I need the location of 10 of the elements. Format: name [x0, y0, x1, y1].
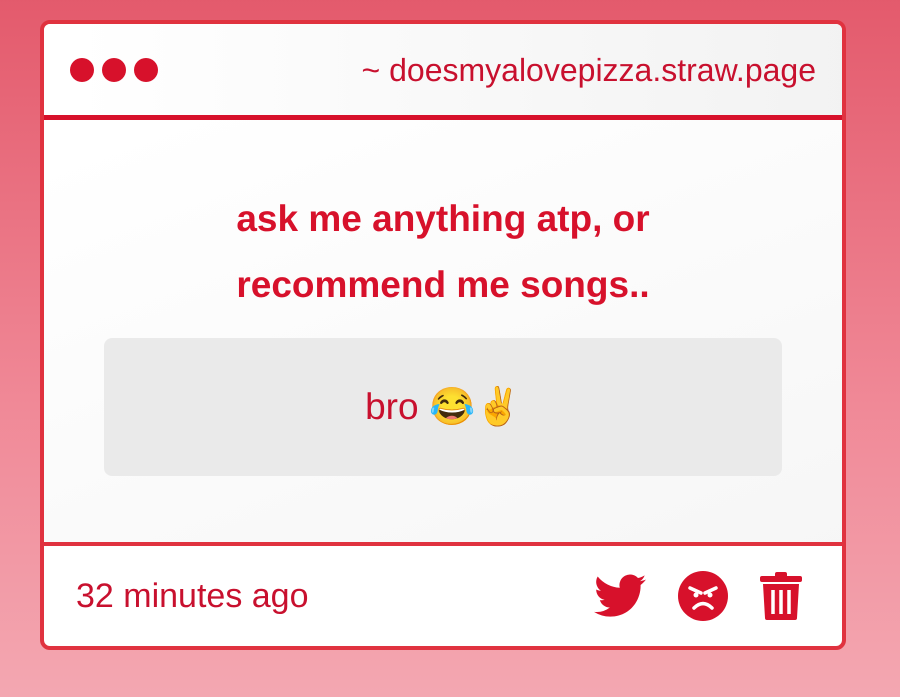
- angry-face-icon[interactable]: [678, 571, 728, 621]
- window-title: ~ doesmyalovepizza.straw.page: [362, 50, 816, 90]
- timestamp: 32 minutes ago: [76, 576, 308, 616]
- bird-icon[interactable]: [594, 574, 646, 618]
- trash-icon[interactable]: [760, 572, 802, 620]
- window-dot: [134, 58, 158, 82]
- answer-text: bro 😂✌: [104, 338, 782, 476]
- window-dot: [102, 58, 126, 82]
- window-dot: [70, 58, 94, 82]
- question-text: ask me anything atp, or recommend me songs..: [235, 197, 651, 307]
